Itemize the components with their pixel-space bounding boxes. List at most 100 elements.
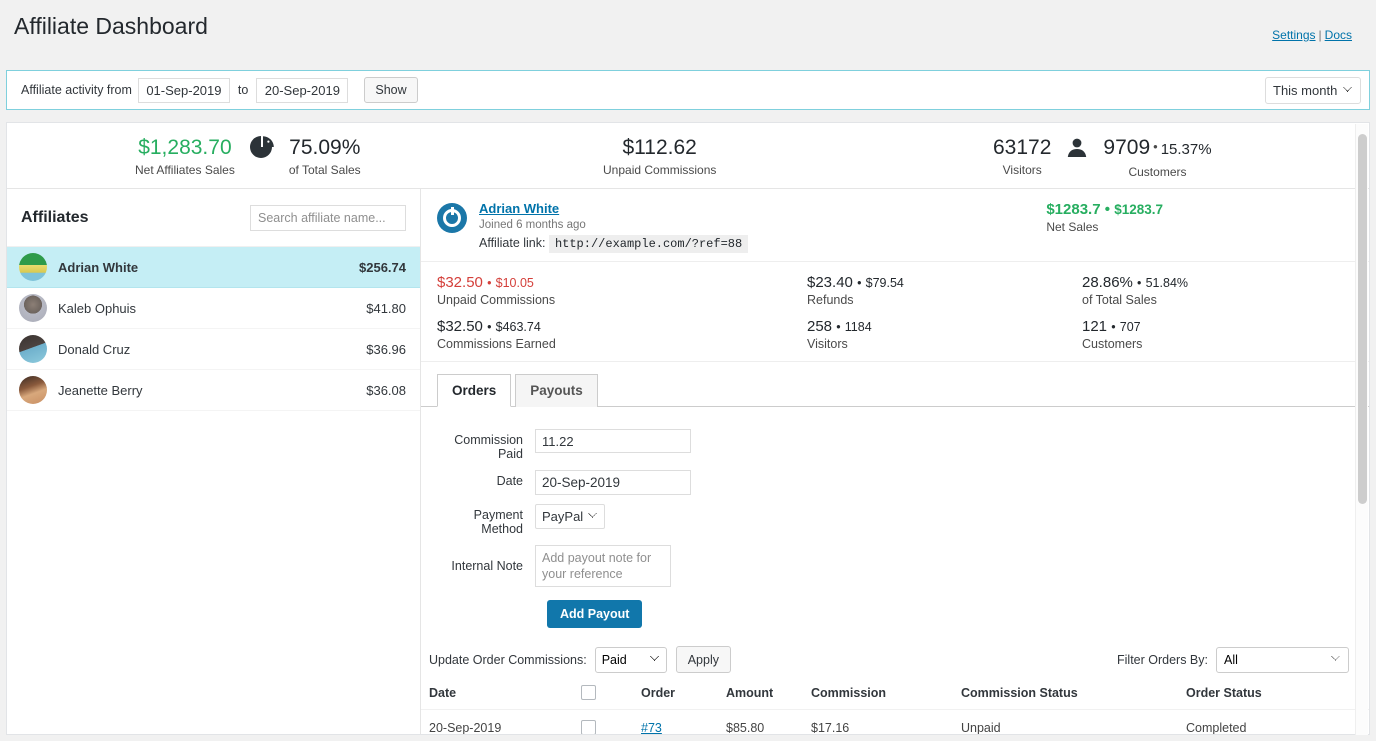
detail-stat: $32.50 • $463.74 Commissions Earned (437, 318, 807, 351)
detail-stat: $23.40 • $79.54 Refunds (807, 274, 1082, 307)
row-checkbox[interactable] (581, 720, 596, 734)
orders-table: Date Order Amount Commission Commission … (421, 685, 1369, 734)
detail-stat-value: 28.86% • 51.84% (1082, 274, 1353, 291)
stat-of-total-sales-label: of Total Sales (288, 163, 361, 177)
add-payout-button[interactable]: Add Payout (547, 600, 643, 628)
col-commission: Commission (811, 685, 887, 700)
stat-customers-primary: 9709 (1103, 135, 1151, 159)
update-order-commissions-label: Update Order Commissions: (429, 652, 587, 667)
affiliate-amount: $41.80 (366, 300, 406, 316)
stat-customers: 9709 • 15.37% Customers (1097, 134, 1217, 179)
tab-payouts[interactable]: Payouts (515, 374, 598, 407)
col-amount: Amount (726, 685, 774, 700)
header-links: Settings | Docs (1272, 28, 1352, 42)
pie-chart-icon (241, 135, 283, 164)
filter-orders-select[interactable]: All (1216, 646, 1349, 673)
from-date-input[interactable] (137, 77, 230, 103)
panel-body: Affiliates Adrian White $256.74 Kaleb Op… (7, 189, 1369, 734)
search-affiliate-input[interactable] (250, 204, 406, 231)
add-payout-form: Commission Paid Date Payment Method PayP… (421, 407, 1369, 628)
affiliate-list-item[interactable]: Kaleb Ophuis $41.80 (7, 288, 420, 329)
settings-link[interactable]: Settings (1272, 28, 1315, 42)
dot-separator: • (1153, 138, 1158, 154)
tab-orders[interactable]: Orders (437, 374, 512, 407)
cell-checkbox (581, 709, 641, 734)
stat-primary: 121 (1082, 318, 1108, 335)
affiliate-link-label: Affiliate link: (479, 236, 546, 250)
detail-net-sales-value: $1283.7 • $1283.7 (1046, 201, 1163, 218)
stat-net-affiliates-sales: $1,283.70 Net Affiliates Sales (129, 135, 241, 177)
cell-date: 20-Sep-2019 (421, 709, 581, 734)
detail-stat: 258 • 1184 Visitors (807, 318, 1082, 351)
commission-paid-label: Commission Paid (454, 433, 523, 461)
stat-secondary: 51.84% (1145, 276, 1189, 290)
col-order: Order (641, 685, 676, 700)
affiliate-amount: $36.96 (366, 341, 406, 357)
stat-primary: 258 (807, 318, 833, 335)
select-all-checkbox[interactable] (581, 685, 596, 701)
table-row[interactable]: 20-Sep-2019 #73 $85.80 $17.16 Unpaid Com… (421, 709, 1369, 734)
detail-joined-text: Joined 6 months ago (479, 219, 586, 231)
orders-toolbar: Update Order Commissions: Paid Apply Fil… (421, 628, 1369, 673)
affiliate-list-item[interactable]: Donald Cruz $36.96 (7, 329, 420, 370)
commission-paid-input[interactable] (535, 429, 691, 453)
docs-link[interactable]: Docs (1325, 28, 1352, 42)
stat-net-sales-value: $1,283.70 (138, 136, 232, 159)
affiliate-list-item[interactable]: Adrian White $256.74 (7, 247, 420, 288)
update-commissions-select[interactable]: Paid (594, 646, 667, 673)
stat-primary: $32.50 (437, 318, 483, 335)
detail-stat-label: of Total Sales (1082, 293, 1157, 307)
payout-date-input[interactable] (535, 470, 691, 495)
detail-stat-value: $32.50 • $463.74 (437, 318, 807, 335)
dot-separator: • (1111, 320, 1116, 334)
detail-meta: Adrian White Joined 6 months ago Affilia… (479, 201, 749, 253)
activity-filter-bar: Affiliate activity from to Show This mon… (6, 70, 1370, 110)
detail-stat-label: Customers (1082, 337, 1143, 351)
dot-separator: • (487, 276, 492, 290)
order-link[interactable]: #73 (641, 721, 662, 734)
affiliates-sidebar: Affiliates Adrian White $256.74 Kaleb Op… (7, 189, 421, 734)
payment-method-label: Payment Method (473, 508, 523, 536)
to-date-input[interactable] (256, 77, 349, 103)
vertical-scrollbar[interactable] (1355, 124, 1368, 735)
form-row-payment-method: Payment Method PayPal (437, 504, 1369, 536)
stat-primary: $23.40 (807, 274, 853, 291)
stat-primary: $32.50 (437, 274, 483, 291)
detail-stat-label: Refunds (807, 293, 854, 307)
summary-group-sales: $1,283.70 Net Affiliates Sales 75.09% of… (129, 123, 367, 189)
cell-commission: $17.16 (811, 709, 961, 734)
affiliate-detail: Adrian White Joined 6 months ago Affilia… (421, 189, 1369, 734)
date-range-select[interactable]: This month (1265, 76, 1361, 104)
dot-separator: • (1104, 201, 1111, 218)
date-label: Date (496, 474, 523, 488)
detail-stat-value: $23.40 • $79.54 (807, 274, 1082, 291)
page-header: Affiliate Dashboard (0, 0, 1376, 41)
affiliate-link-value[interactable]: http://example.com/?ref=88 (548, 235, 749, 253)
detail-stat-value: $32.50 • $10.05 (437, 274, 807, 291)
col-commission-status: Commission Status (961, 685, 1078, 700)
apply-button[interactable]: Apply (675, 646, 731, 673)
avatar (19, 253, 47, 281)
form-row-internal-note: Internal Note (437, 545, 1369, 587)
page-title: Affiliate Dashboard (14, 13, 208, 39)
stat-secondary: $79.54 (865, 276, 904, 290)
internal-note-label: Internal Note (451, 559, 523, 573)
detail-affiliate-name-link[interactable]: Adrian White (479, 201, 559, 216)
detail-stats-grid: $32.50 • $10.05 Unpaid Commissions $23.4… (421, 262, 1369, 362)
show-button[interactable]: Show (364, 77, 418, 103)
affiliate-logo-icon (437, 203, 467, 233)
dot-separator: • (857, 276, 862, 290)
stat-of-total-sales-value: 75.09% (289, 136, 361, 159)
affiliate-list-item[interactable]: Jeanette Berry $36.08 (7, 370, 420, 411)
to-label: to (237, 83, 249, 97)
affiliate-amount: $256.74 (359, 259, 406, 275)
detail-net-sales-label: Net Sales (1046, 220, 1099, 234)
detail-header: Adrian White Joined 6 months ago Affilia… (421, 189, 1369, 262)
detail-stat: 121 • 707 Customers (1082, 318, 1353, 351)
payment-method-select[interactable]: PayPal (535, 504, 605, 529)
internal-note-textarea[interactable] (535, 545, 671, 587)
detail-affiliate-link-row: Affiliate link: http://example.com/?ref=… (479, 235, 749, 253)
dot-separator: • (1137, 276, 1142, 290)
scrollbar-thumb[interactable] (1358, 134, 1367, 504)
main-panel: $1,283.70 Net Affiliates Sales 75.09% of… (6, 122, 1370, 735)
